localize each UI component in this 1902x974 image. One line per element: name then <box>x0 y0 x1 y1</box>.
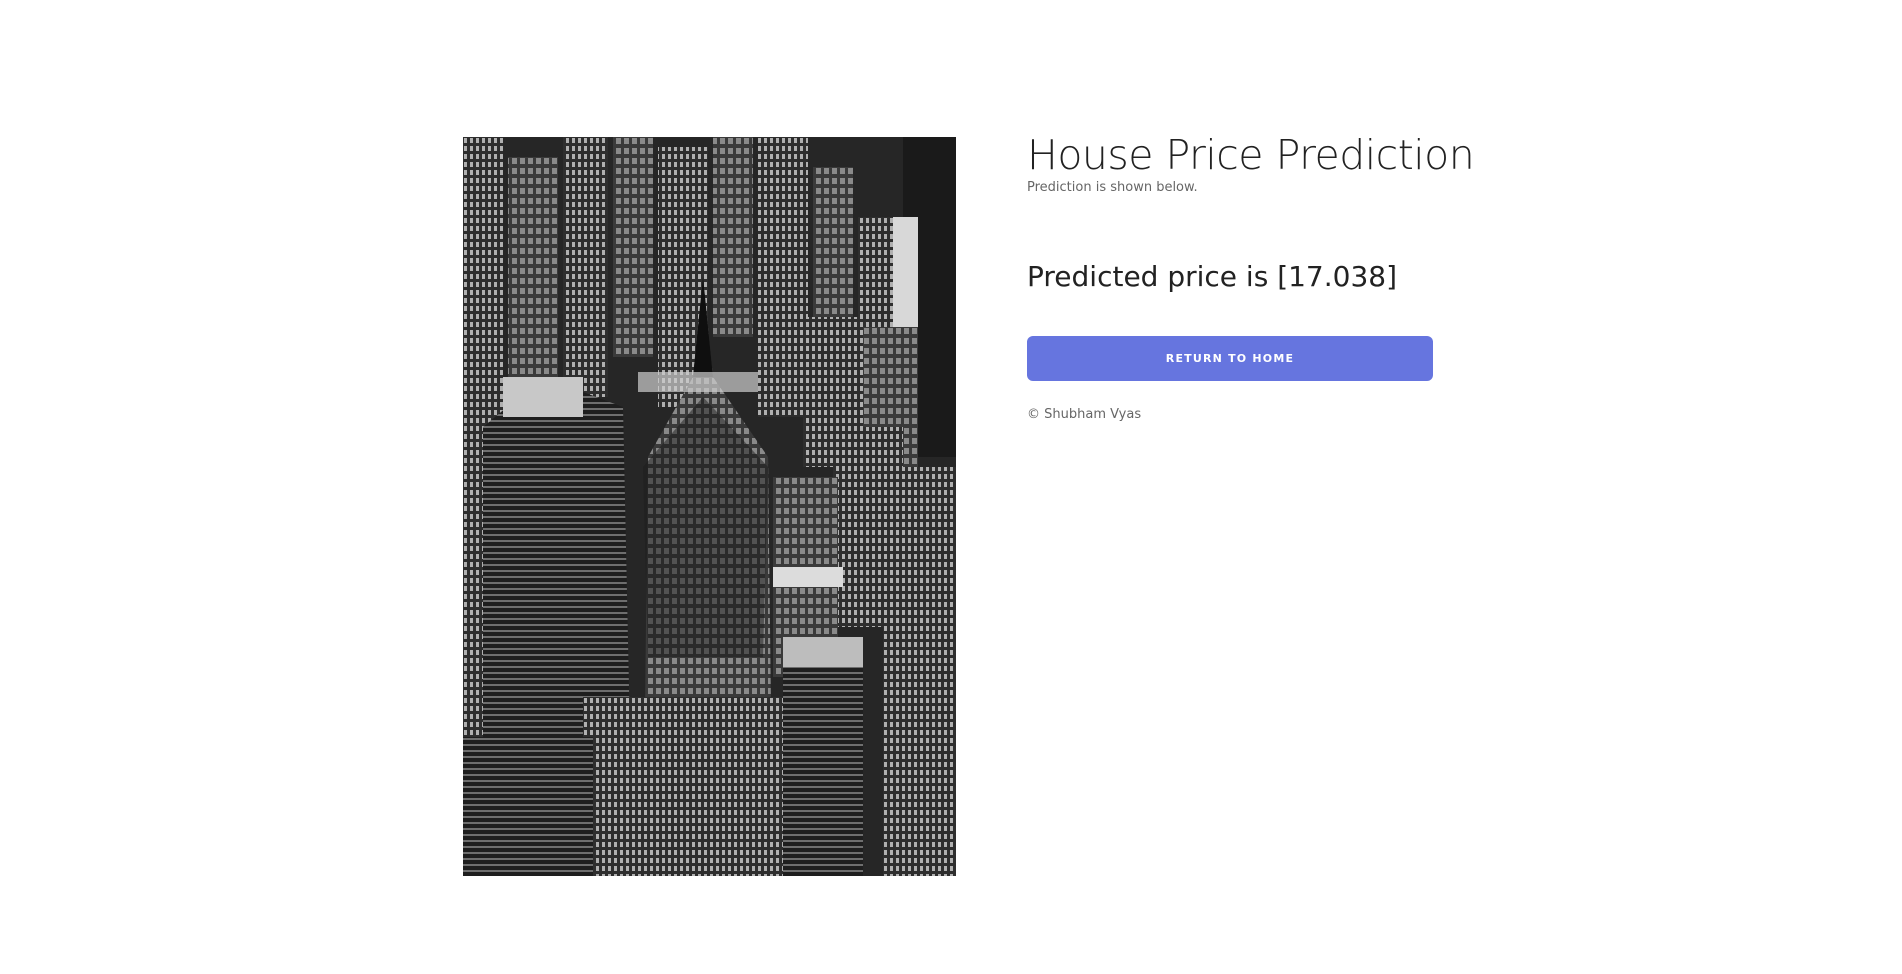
city-skyline-image <box>463 137 956 876</box>
page-title: House Price Prediction <box>1027 131 1475 179</box>
return-to-home-button[interactable]: RETURN TO HOME <box>1027 336 1433 381</box>
prediction-panel: House Price Prediction Prediction is sho… <box>1027 130 1475 422</box>
page-subtitle: Prediction is shown below. <box>1027 180 1198 195</box>
copyright-text: © Shubham Vyas <box>1027 407 1142 422</box>
prediction-result: Predicted price is [17.038] <box>1027 260 1398 293</box>
